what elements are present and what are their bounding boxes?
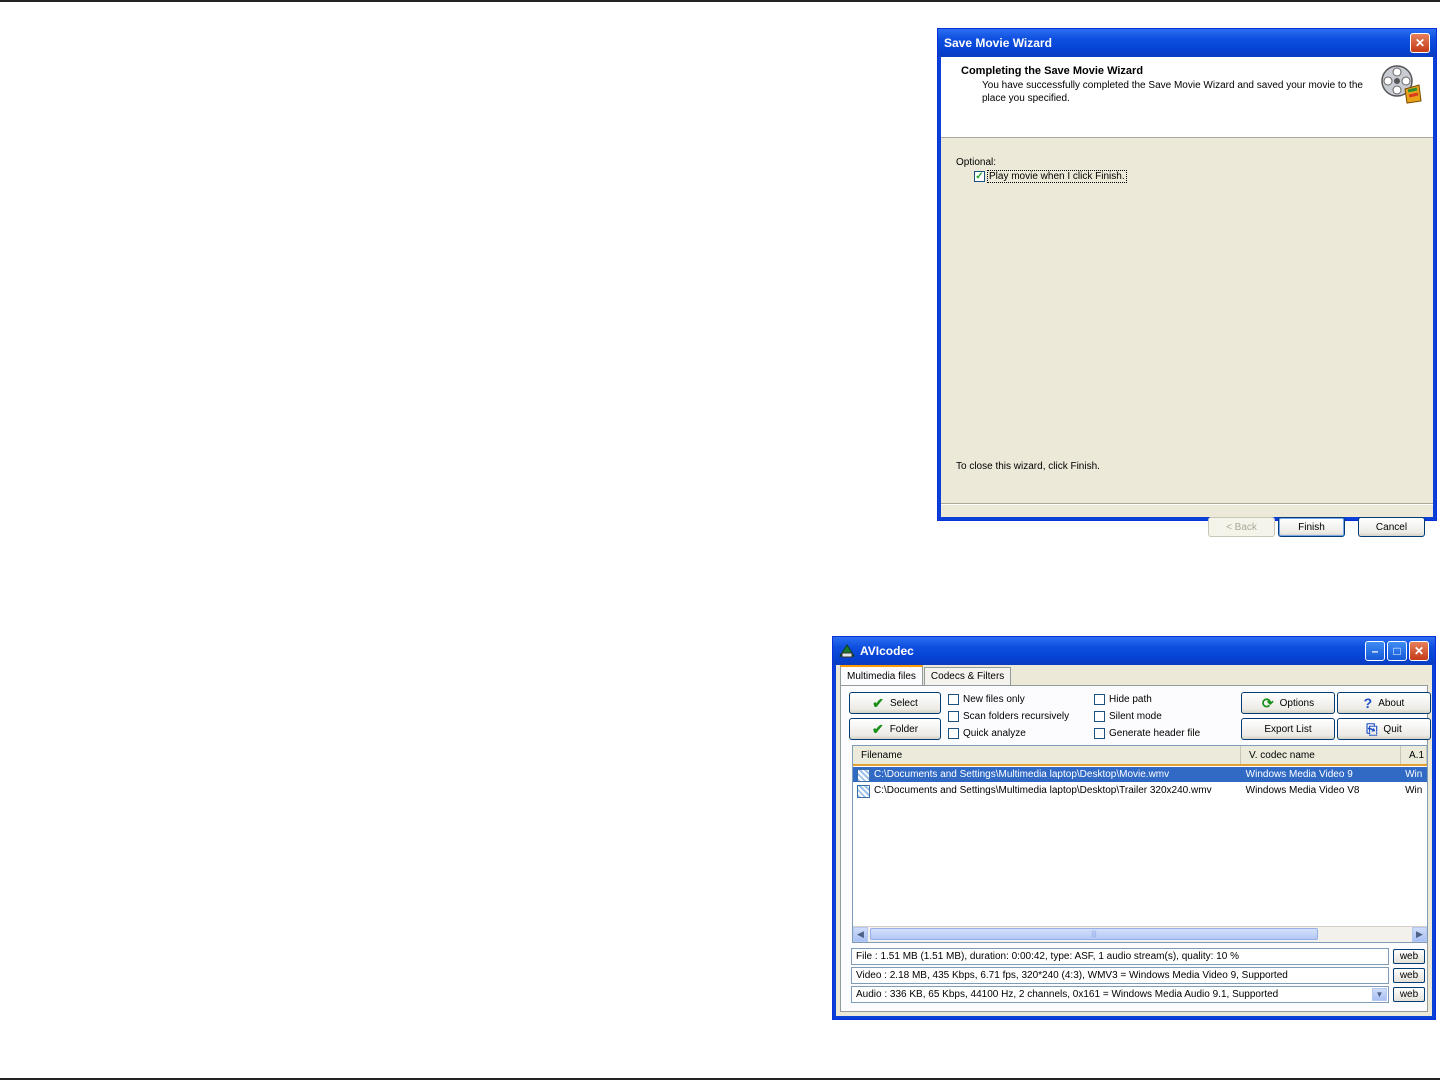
hide-path-checkbox[interactable] [1094, 694, 1105, 705]
tab-multimedia-files[interactable]: Multimedia files [840, 665, 923, 685]
page-bottom-rule [0, 1078, 1440, 1080]
cancel-button[interactable]: Cancel [1358, 517, 1425, 537]
wizard-heading: Completing the Save Movie Wizard [961, 65, 1144, 77]
column-header-acodec[interactable]: A.1 [1401, 746, 1427, 764]
play-movie-checkbox[interactable]: ✓ [974, 171, 985, 182]
scan-folders-label: Scan folders recursively [963, 711, 1070, 722]
refresh-icon: ⟳ [1261, 694, 1274, 711]
back-button[interactable]: < Back [1208, 517, 1275, 537]
silent-mode-option[interactable]: Silent mode [1094, 711, 1162, 722]
hide-path-label: Hide path [1109, 694, 1152, 705]
column-header-filename[interactable]: Filename [853, 746, 1241, 764]
video-file-icon [857, 785, 870, 798]
folder-label: Folder [889, 723, 919, 735]
audio-info-text: Audio : 336 KB, 65 Kbps, 44100 Hz, 2 cha… [856, 989, 1279, 1000]
acodec-cell: Win [1405, 769, 1423, 780]
chevron-down-icon[interactable]: ▼ [1372, 988, 1387, 1001]
multimedia-files-panel: ✔ Select ✔ Folder New files only Scan fo… [840, 685, 1431, 1012]
wizard-subheading: You have successfully completed the Save… [982, 80, 1363, 104]
wizard-title: Save Movie Wizard [944, 36, 1052, 50]
film-reel-icon [1381, 65, 1422, 104]
hide-path-option[interactable]: Hide path [1094, 694, 1152, 705]
select-label: Select [889, 697, 918, 709]
audio-info-line[interactable]: Audio : 336 KB, 65 Kbps, 44100 Hz, 2 cha… [851, 986, 1389, 1003]
silent-mode-label: Silent mode [1109, 711, 1162, 722]
export-list-button[interactable]: Export List [1241, 718, 1335, 740]
silent-mode-checkbox[interactable] [1094, 711, 1105, 722]
video-file-icon [857, 769, 870, 782]
web-button-video[interactable]: web [1393, 968, 1425, 983]
table-row[interactable]: C:\Documents and Settings\Multimedia lap… [853, 767, 1427, 782]
tab-codecs-filters[interactable]: Codecs & Filters [923, 667, 1012, 685]
web-button-file[interactable]: web [1393, 949, 1425, 964]
tab-strip: Multimedia files Codecs & Filters [840, 665, 1012, 685]
avicodec-client: Multimedia files Codecs & Filters ✔ Sele… [836, 665, 1432, 1016]
file-info-line: File : 1.51 MB (1.51 MB), duration: 0:00… [851, 948, 1389, 965]
web-button-audio[interactable]: web [1393, 987, 1425, 1002]
door-exit-icon: ⎘ [1366, 720, 1378, 737]
about-label: About [1378, 697, 1405, 709]
minimize-icon[interactable]: – [1365, 641, 1385, 661]
close-icon[interactable]: ✕ [1410, 33, 1430, 53]
maximize-icon[interactable]: □ [1387, 641, 1407, 661]
play-movie-option[interactable]: ✓ Play movie when I click Finish. [974, 170, 1127, 183]
options-button[interactable]: ⟳ Options [1241, 692, 1335, 714]
quit-label: Quit [1383, 723, 1402, 735]
scroll-left-icon[interactable]: ◀ [853, 927, 868, 942]
file-list-header: Filename V. codec name A.1 [853, 746, 1427, 766]
generate-header-checkbox[interactable] [1094, 728, 1105, 739]
scroll-right-icon[interactable]: ▶ [1412, 927, 1427, 942]
vcodec-cell: Windows Media Video 9 [1245, 769, 1353, 780]
quick-analyze-checkbox[interactable] [948, 728, 959, 739]
about-button[interactable]: ? About [1337, 692, 1431, 714]
checkmark-icon: ✔ [871, 720, 884, 737]
filename-cell: C:\Documents and Settings\Multimedia lap… [874, 769, 1170, 780]
wizard-header: Completing the Save Movie Wizard You hav… [941, 57, 1433, 138]
help-icon: ? [1363, 695, 1373, 711]
optional-label: Optional: [956, 157, 997, 168]
new-files-only-option[interactable]: New files only [948, 694, 1025, 705]
folder-button[interactable]: ✔ Folder [849, 718, 941, 740]
save-movie-wizard-window: Save Movie Wizard ✕ Completing the Save … [937, 28, 1437, 537]
scan-folders-checkbox[interactable] [948, 711, 959, 722]
scan-folders-option[interactable]: Scan folders recursively [948, 711, 1069, 722]
horizontal-scrollbar[interactable]: ◀ ||| ▶ [853, 926, 1427, 942]
play-movie-label[interactable]: Play movie when I click Finish. [987, 170, 1127, 183]
footer-divider [941, 503, 1433, 505]
avicodec-window: AVIcodec – □ ✕ Multimedia files Codecs &… [832, 636, 1436, 1020]
scrollbar-thumb[interactable]: ||| [870, 928, 1318, 940]
acodec-cell: Win [1405, 785, 1423, 796]
finish-button[interactable]: Finish [1278, 517, 1345, 537]
quick-analyze-option[interactable]: Quick analyze [948, 728, 1026, 739]
close-hint-text: To close this wizard, click Finish. [956, 461, 1100, 472]
vcodec-cell: Windows Media Video V8 [1245, 785, 1360, 796]
table-row[interactable]: C:\Documents and Settings\Multimedia lap… [853, 783, 1427, 798]
video-info-line: Video : 2.18 MB, 435 Kbps, 6.71 fps, 320… [851, 967, 1389, 984]
quick-analyze-label: Quick analyze [963, 728, 1026, 739]
wizard-title-bar[interactable]: Save Movie Wizard ✕ [938, 29, 1436, 57]
page-top-rule [0, 0, 1440, 2]
options-label: Options [1279, 697, 1315, 709]
avicodec-title-bar[interactable]: AVIcodec – □ ✕ [833, 637, 1435, 665]
quit-button[interactable]: ⎘ Quit [1337, 718, 1431, 740]
filename-cell: C:\Documents and Settings\Multimedia lap… [874, 785, 1212, 796]
avicodec-app-icon [839, 644, 855, 658]
checkmark-icon: ✔ [872, 694, 884, 711]
new-files-only-label: New files only [963, 694, 1025, 705]
new-files-only-checkbox[interactable] [948, 694, 959, 705]
close-icon[interactable]: ✕ [1409, 641, 1429, 661]
avicodec-title: AVIcodec [860, 644, 914, 658]
generate-header-label: Generate header file [1109, 728, 1201, 739]
generate-header-option[interactable]: Generate header file [1094, 728, 1200, 739]
column-header-vcodec[interactable]: V. codec name [1241, 746, 1401, 764]
select-button[interactable]: ✔ Select [849, 692, 941, 714]
file-list[interactable]: Filename V. codec name A.1 C:\Documents … [852, 745, 1428, 943]
wizard-client: Completing the Save Movie Wizard You hav… [941, 57, 1433, 537]
